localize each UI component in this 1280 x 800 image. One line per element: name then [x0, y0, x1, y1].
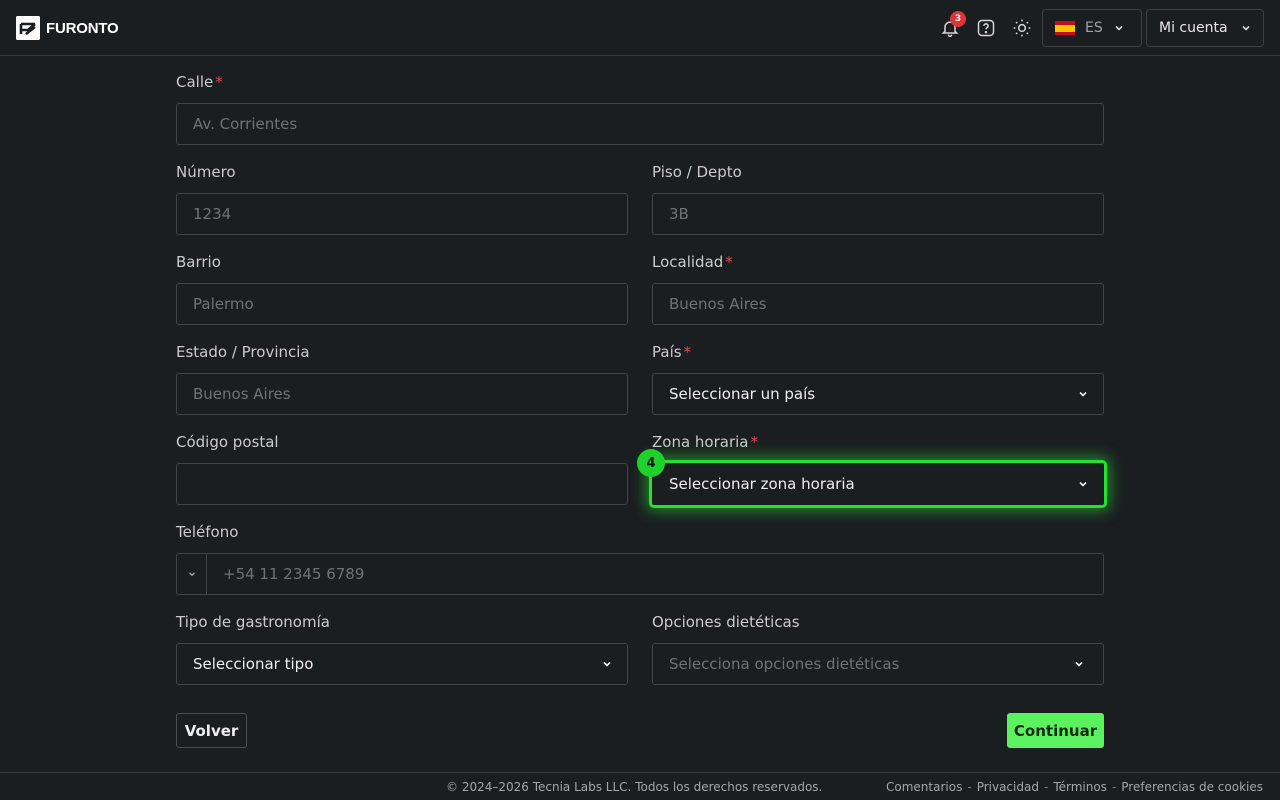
postal-code-label: Código postal [176, 433, 279, 451]
floor-input[interactable]: 3B [652, 193, 1104, 235]
street-label: Calle * [176, 73, 223, 91]
chevron-down-icon [603, 661, 611, 667]
required-mark: * [725, 253, 733, 271]
state-label: Estado / Provincia [176, 343, 310, 361]
locality-placeholder: Buenos Aires [669, 295, 767, 313]
footer-link-feedback[interactable]: Comentarios [886, 780, 962, 794]
neighborhood-input[interactable]: Palermo [176, 283, 628, 325]
step-marker-badge: 4 [637, 449, 665, 477]
country-select-value: Seleccionar un país [669, 385, 816, 403]
logo-icon [16, 16, 40, 40]
number-placeholder: 1234 [193, 205, 232, 223]
required-mark: * [215, 73, 223, 91]
footer-links: Comentarios - Privacidad - Términos - Pr… [886, 780, 1263, 794]
notification-count-badge: 3 [950, 11, 966, 27]
timezone-label: Zona horaria * [652, 433, 759, 451]
spain-flag-icon [1055, 21, 1075, 35]
phone-placeholder: +54 11 2345 6789 [223, 565, 365, 583]
country-code-dropdown[interactable] [177, 554, 207, 594]
neighborhood-label: Barrio [176, 253, 221, 271]
number-input[interactable]: 1234 [176, 193, 628, 235]
footer-link-privacy[interactable]: Privacidad [977, 780, 1039, 794]
state-input[interactable]: Buenos Aires [176, 373, 628, 415]
account-menu-button[interactable]: Mi cuenta [1146, 9, 1264, 47]
footer-separator: - [967, 780, 972, 794]
dietary-placeholder: Selecciona opciones dietéticas [669, 655, 900, 673]
cuisine-select[interactable]: Seleccionar tipo [176, 643, 628, 685]
cuisine-label: Tipo de gastronomía [176, 613, 330, 631]
top-bar: FURONTO 3 ES Mi cuenta [0, 0, 1280, 56]
brand-name: FURONTO [46, 19, 119, 37]
continue-button[interactable]: Continuar [1007, 713, 1104, 748]
sun-icon [1013, 19, 1031, 37]
neighborhood-placeholder: Palermo [193, 295, 254, 313]
phone-label: Teléfono [176, 523, 239, 541]
footer-link-terms[interactable]: Términos [1053, 780, 1107, 794]
postal-code-input[interactable] [176, 463, 628, 505]
copyright-text: © 2024–2026 Tecnia Labs LLC. Todos los d… [446, 780, 823, 794]
floor-placeholder: 3B [669, 205, 689, 223]
footer-link-cookie-preferences[interactable]: Preferencias de cookies [1121, 780, 1263, 794]
chevron-down-icon [1075, 661, 1083, 667]
footer-separator: - [1043, 780, 1049, 794]
floor-label: Piso / Depto [652, 163, 742, 181]
language-selector[interactable]: ES [1042, 9, 1142, 47]
dietary-label: Opciones dietéticas [652, 613, 800, 631]
required-mark: * [750, 433, 759, 451]
timezone-select-value: Seleccionar zona horaria [669, 475, 855, 493]
dietary-select[interactable]: Selecciona opciones dietéticas [652, 643, 1104, 685]
chevron-down-icon [1079, 391, 1087, 397]
locality-input[interactable]: Buenos Aires [652, 283, 1104, 325]
locality-label: Localidad * [652, 253, 733, 271]
theme-toggle-button[interactable] [1010, 16, 1034, 40]
account-label: Mi cuenta [1159, 20, 1228, 36]
phone-input[interactable]: +54 11 2345 6789 [207, 554, 1103, 594]
footer: © 2024–2026 Tecnia Labs LLC. Todos los d… [0, 772, 1280, 800]
cuisine-select-value: Seleccionar tipo [193, 655, 314, 673]
footer-separator: - [1111, 780, 1117, 794]
state-placeholder: Buenos Aires [193, 385, 291, 403]
language-code: ES [1085, 20, 1103, 36]
chevron-down-icon [1115, 25, 1123, 31]
required-mark: * [683, 343, 692, 361]
chevron-down-icon [188, 572, 195, 577]
street-input[interactable]: Av. Corrientes [176, 103, 1104, 145]
chevron-down-icon [1241, 25, 1250, 31]
country-select[interactable]: Seleccionar un país [652, 373, 1104, 415]
help-button[interactable] [974, 16, 998, 40]
chevron-down-icon [1079, 481, 1087, 487]
timezone-select[interactable]: Seleccionar zona horaria [649, 460, 1107, 508]
street-placeholder: Av. Corrientes [193, 115, 298, 133]
back-button[interactable]: Volver [176, 713, 247, 748]
help-icon [977, 19, 995, 37]
country-label: País * [652, 343, 692, 361]
number-label: Número [176, 163, 236, 181]
brand-logo[interactable]: FURONTO [16, 16, 119, 40]
phone-field: +54 11 2345 6789 [176, 553, 1104, 595]
